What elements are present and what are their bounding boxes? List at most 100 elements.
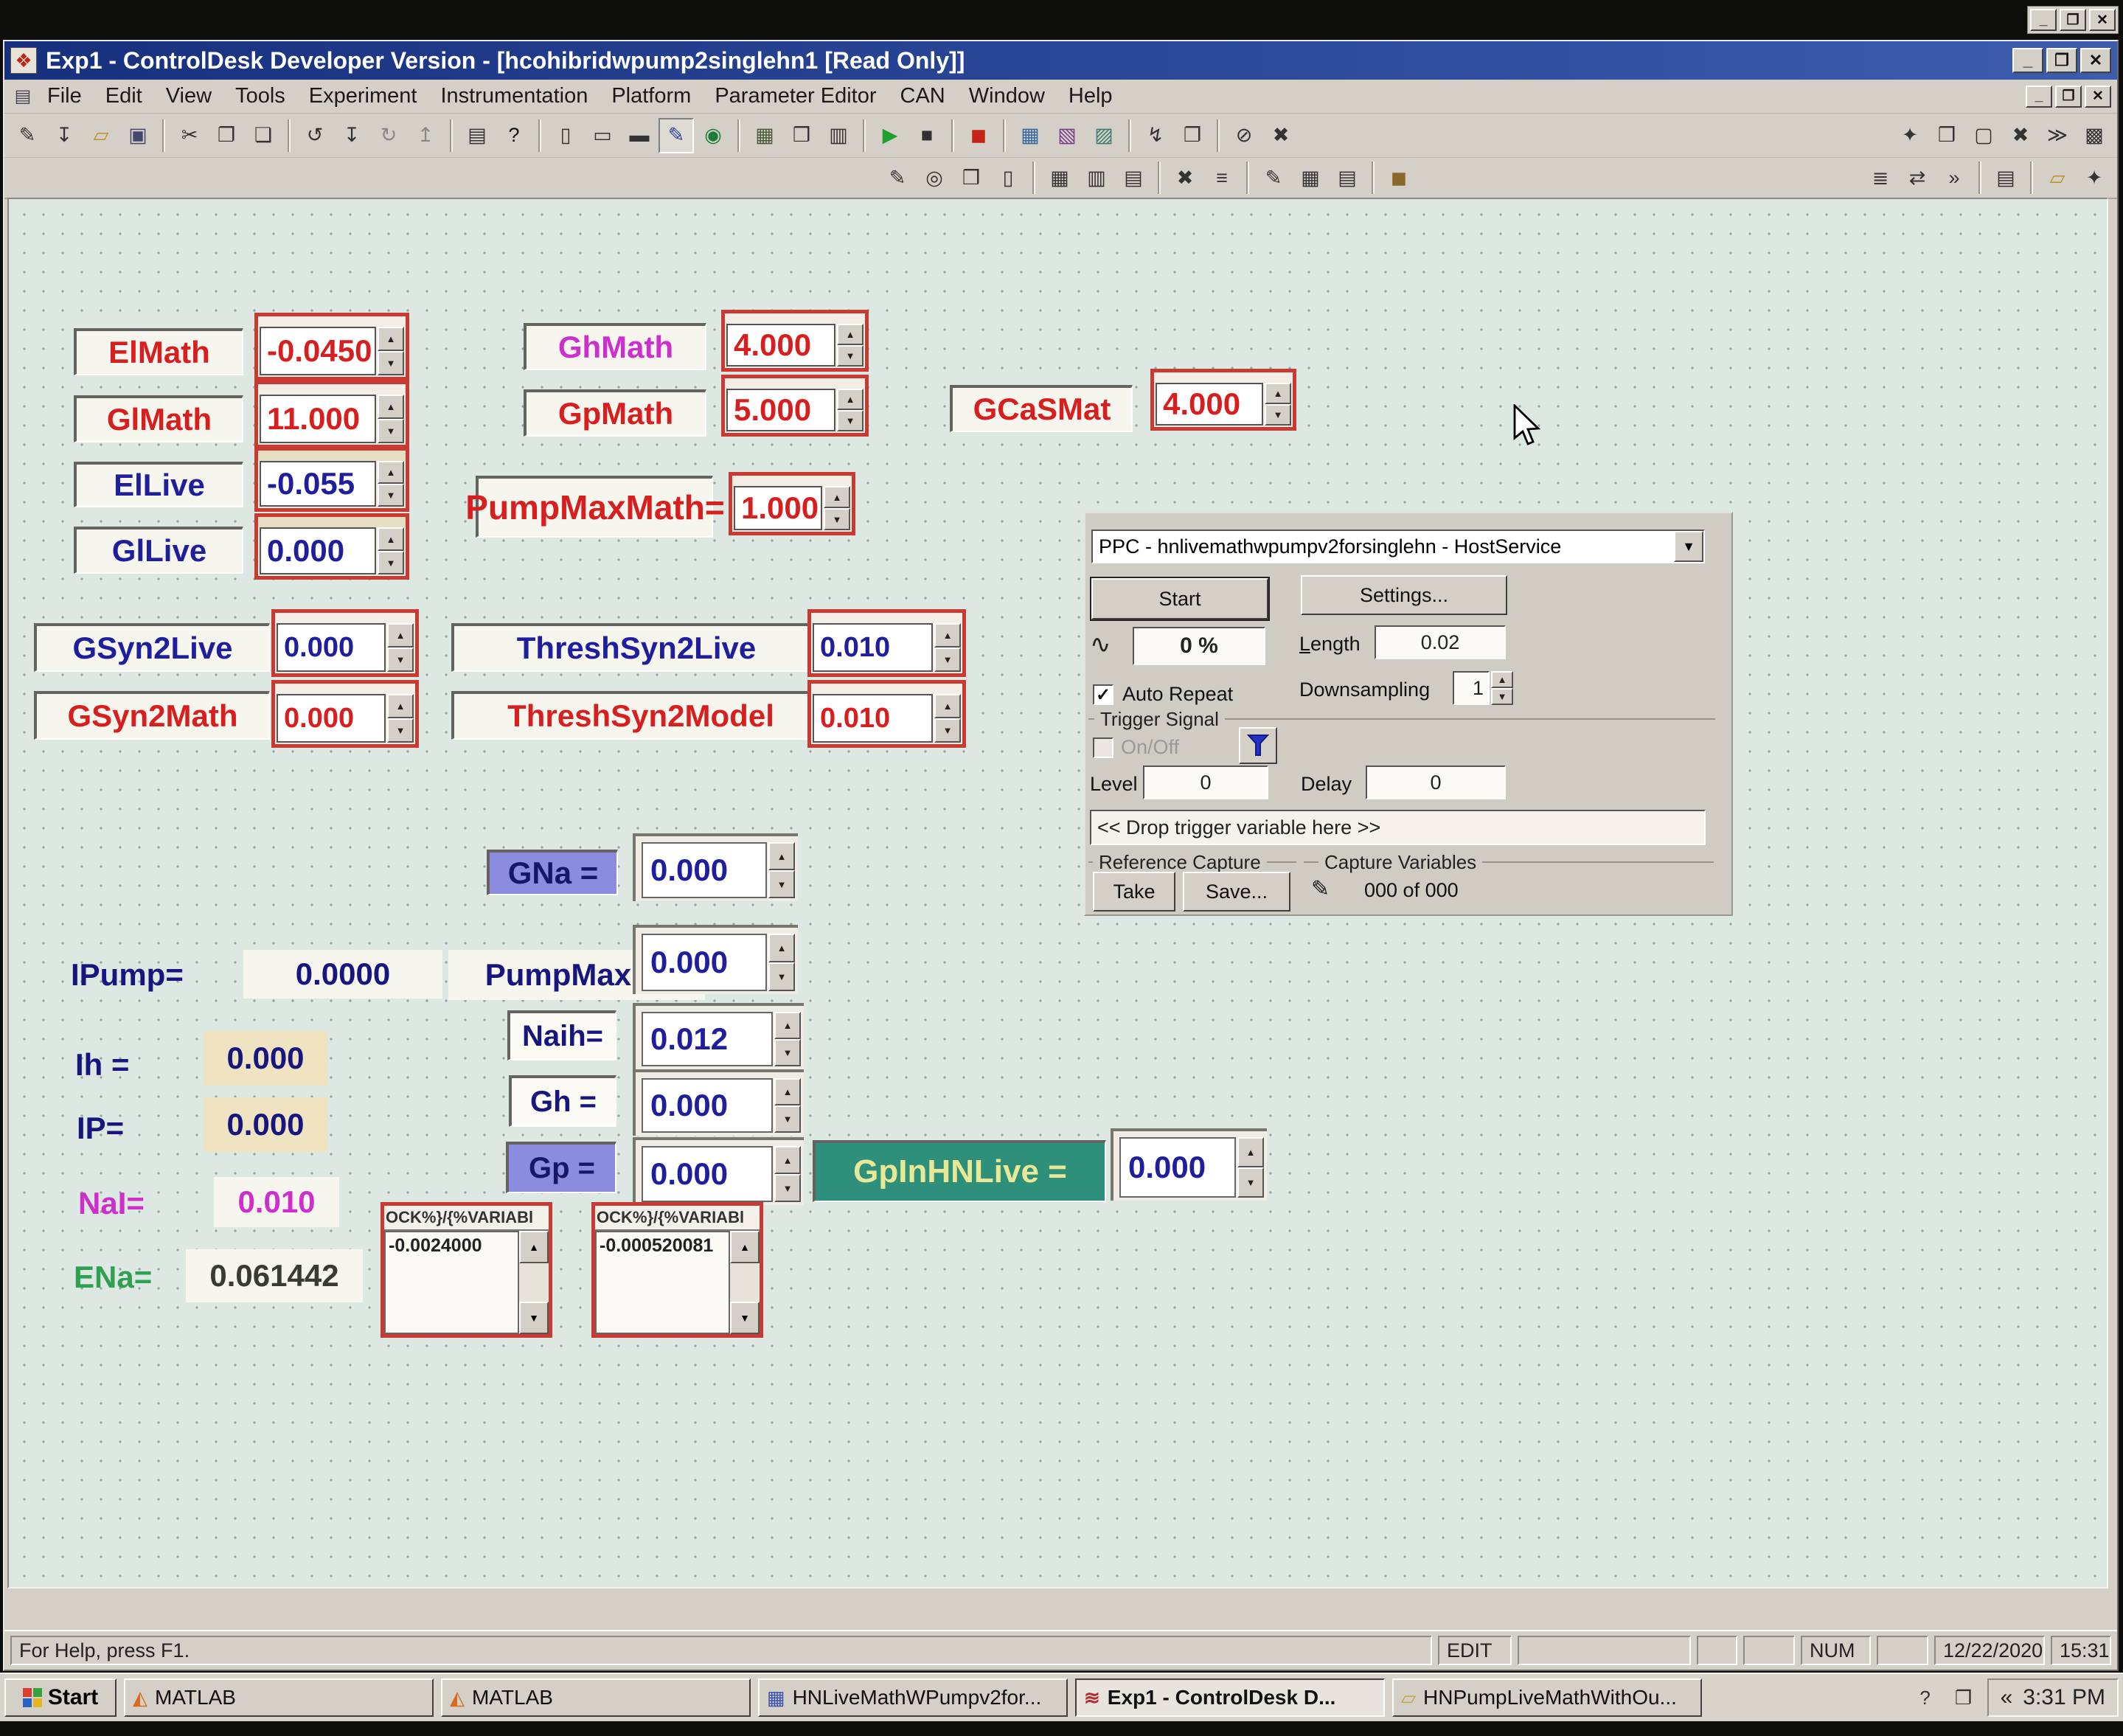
menu-instrumentation[interactable]: Instrumentation	[428, 81, 600, 111]
list-icon[interactable]: ≡	[1204, 160, 1240, 195]
chevron-down-icon[interactable]: ▼	[1674, 531, 1703, 562]
capture-display-1-scrollbar[interactable]: ▲ ▼	[519, 1231, 549, 1334]
gp-spinbox[interactable]: 0.000▲▼	[633, 1137, 804, 1205]
glmath-spinbox[interactable]: 11.000▲▼	[254, 381, 409, 448]
gsyn2live-spinbox[interactable]: 0.000▲▼	[271, 609, 419, 677]
spinner-up-icon[interactable]: ▲	[934, 623, 961, 647]
elmath-spinbox[interactable]: -0.0450▲▼	[254, 313, 409, 381]
spinner-up-icon[interactable]: ▲	[774, 1146, 801, 1174]
spinner-up-icon[interactable]: ▲	[387, 623, 414, 647]
layout-tile-icon[interactable]: ▨	[1086, 118, 1122, 153]
build-icon[interactable]: ▦	[747, 118, 782, 153]
taskbar-button-hnpumplivemathwithou-[interactable]: ▱HNPumpLiveMathWithOu...	[1392, 1678, 1702, 1717]
threshsyn2live-spinbox[interactable]: 0.010▲▼	[807, 609, 966, 677]
take-button[interactable]: Take	[1093, 872, 1175, 912]
stop-measurement-icon[interactable]: ■	[909, 118, 945, 153]
spinner-down-icon[interactable]: ▼	[774, 1039, 801, 1066]
taskbar-button-matlab[interactable]: ◭MATLAB	[124, 1678, 434, 1717]
scroll-down-icon[interactable]: ▼	[730, 1302, 760, 1334]
start-button[interactable]: Start	[1091, 578, 1268, 619]
spinner-down-icon[interactable]: ▼	[1491, 688, 1513, 705]
spinner-down-icon[interactable]: ▼	[768, 870, 795, 898]
redo-icon[interactable]: ↻	[371, 118, 406, 153]
close-icon[interactable]: ✕	[2089, 9, 2116, 31]
restore-icon[interactable]: ❐	[2046, 48, 2077, 73]
close-window-icon[interactable]: ✖	[2003, 118, 2038, 153]
delay-field[interactable]: 0	[1366, 765, 1506, 799]
mdi-close-icon[interactable]: ✕	[2085, 86, 2111, 108]
export-icon[interactable]: »	[1936, 160, 1972, 195]
spinner-up-icon[interactable]: ▲	[774, 1078, 801, 1105]
share-icon[interactable]: ⇄	[1900, 160, 1935, 195]
spinner-down-icon[interactable]: ▼	[837, 345, 864, 367]
spinner-down-icon[interactable]: ▼	[837, 410, 864, 431]
image-icon[interactable]: ▩	[2077, 118, 2112, 153]
spinner-down-icon[interactable]: ▼	[774, 1105, 801, 1133]
minimize-icon[interactable]: _	[2012, 48, 2043, 73]
spinner-up-icon[interactable]: ▲	[378, 461, 404, 484]
edit-mode-icon[interactable]: ✎	[659, 118, 694, 153]
instrument-icon[interactable]: ↯	[1138, 118, 1173, 153]
threshsyn2model-spinbox[interactable]: 0.010▲▼	[807, 680, 966, 748]
gcasmat-spinbox[interactable]: 4.000▲▼	[1150, 369, 1296, 431]
context-help-icon[interactable]: ?	[496, 118, 532, 153]
spinner-up-icon[interactable]: ▲	[378, 327, 404, 351]
mdi-minimize-icon[interactable]: _	[2026, 86, 2052, 108]
open-folder-icon[interactable]: ▱	[83, 118, 119, 153]
page-edit-icon[interactable]: ✎	[880, 160, 915, 195]
menu-tools[interactable]: Tools	[223, 81, 297, 111]
help-tray-icon[interactable]: ?	[1911, 1683, 1940, 1712]
menu-view[interactable]: View	[154, 81, 223, 111]
save-icon[interactable]: ▣	[120, 118, 156, 153]
save-variable-icon[interactable]: ▬	[622, 118, 657, 153]
start-measurement-icon[interactable]: ▶	[872, 118, 908, 153]
close-icon[interactable]: ✕	[2080, 48, 2111, 73]
spinner-down-icon[interactable]: ▼	[934, 718, 961, 743]
list-view-icon[interactable]: ▤	[459, 118, 495, 153]
spinner-down-icon[interactable]: ▼	[1265, 404, 1291, 426]
save-button[interactable]: Save...	[1183, 872, 1290, 912]
menu-help[interactable]: Help	[1057, 81, 1125, 111]
spinner-down-icon[interactable]: ▼	[378, 484, 404, 507]
undo-icon[interactable]: ↺	[297, 118, 333, 153]
maximize-icon[interactable]: ❐	[2060, 9, 2086, 31]
page-icon[interactable]: ▯	[990, 160, 1026, 195]
menu-experiment[interactable]: Experiment	[297, 81, 429, 111]
tree-view-icon[interactable]: ≣	[1863, 160, 1898, 195]
bookmark-icon[interactable]: ◼	[1381, 160, 1417, 195]
spinner-up-icon[interactable]: ▲	[837, 324, 864, 345]
gllive-spinbox[interactable]: 0.000▲▼	[254, 513, 409, 580]
menu-parameter-editor[interactable]: Parameter Editor	[703, 81, 888, 111]
spinner-down-icon[interactable]: ▼	[387, 647, 414, 672]
paste-icon[interactable]: ❏	[246, 118, 281, 153]
ellive-spinbox[interactable]: -0.055▲▼	[254, 447, 409, 512]
duplicate-icon[interactable]: ❐	[1175, 118, 1210, 153]
gna-spinbox[interactable]: 0.000▲▼	[633, 833, 798, 901]
table-icon[interactable]: ▦	[1293, 160, 1328, 195]
window-switch-icon[interactable]: ❐	[1949, 1683, 1978, 1712]
copy-icon[interactable]: ❐	[209, 118, 244, 153]
menu-platform[interactable]: Platform	[600, 81, 703, 111]
spinner-up-icon[interactable]: ▲	[1491, 671, 1513, 688]
scroll-up-icon[interactable]: ▲	[519, 1231, 549, 1263]
spinner-up-icon[interactable]: ▲	[1265, 383, 1291, 404]
downsampling-spinner[interactable]: ▲▼	[1491, 671, 1513, 705]
apply-up-icon[interactable]: ↥	[408, 118, 443, 153]
spinner-up-icon[interactable]: ▲	[768, 934, 795, 962]
spinner-up-icon[interactable]: ▲	[824, 486, 850, 508]
spinner-up-icon[interactable]: ▲	[837, 389, 864, 410]
capture-display-2-scrollbar[interactable]: ▲ ▼	[730, 1231, 760, 1334]
scroll-down-icon[interactable]: ▼	[519, 1302, 549, 1334]
notes-icon[interactable]: ▤	[1330, 160, 1365, 195]
animation-mode-icon[interactable]: ◉	[695, 118, 731, 153]
delete-icon[interactable]: ✖	[1263, 118, 1299, 153]
spinner-down-icon[interactable]: ▼	[768, 962, 795, 991]
spinner-up-icon[interactable]: ▲	[934, 694, 961, 718]
spinner-up-icon[interactable]: ▲	[1237, 1137, 1264, 1167]
mdi-restore-icon[interactable]: ❐	[2055, 86, 2082, 108]
doc-edit-icon[interactable]: ✎	[1256, 160, 1291, 195]
delete-item-icon[interactable]: ✖	[1167, 160, 1203, 195]
eraser-icon[interactable]: ⊘	[1226, 118, 1262, 153]
spinner-down-icon[interactable]: ▼	[387, 718, 414, 743]
taskbar-button-hnlivemathwpumpv2for-[interactable]: ▦HNLiveMathWPumpv2for...	[758, 1678, 1068, 1717]
